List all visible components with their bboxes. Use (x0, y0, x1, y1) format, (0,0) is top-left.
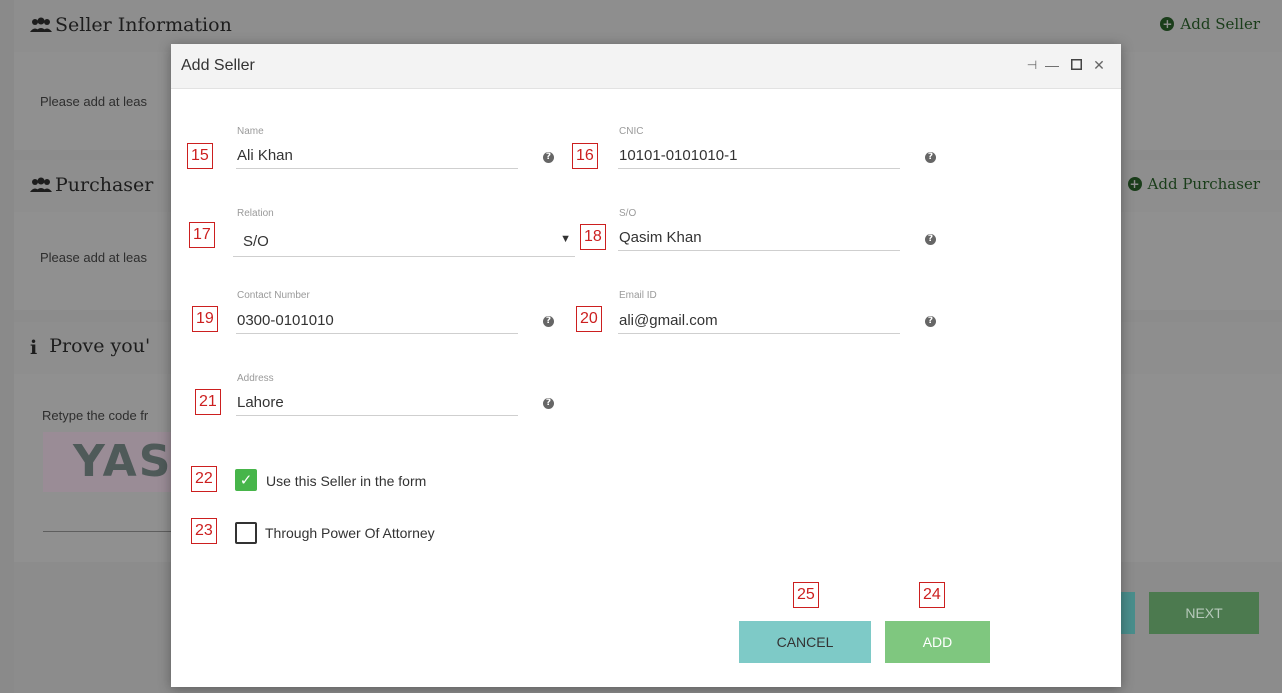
pin-icon[interactable]: ⊣ (1023, 56, 1041, 74)
page-gutter (0, 0, 14, 693)
name-input[interactable] (236, 143, 518, 169)
purchaser-section-title: Purchaser (30, 174, 153, 198)
marker-24: 24 (919, 582, 945, 608)
users-icon (30, 176, 52, 198)
caret-down-icon: ▼ (560, 233, 571, 245)
relation-selected-value: S/O (243, 233, 269, 250)
relation-select[interactable]: S/O ▼ (233, 225, 575, 257)
plus-circle-icon: + (1160, 17, 1175, 31)
marker-23: 23 (191, 518, 217, 544)
contact-number-label: Contact Number (237, 290, 310, 301)
close-icon[interactable]: ✕ (1090, 56, 1108, 74)
plus-circle-icon: + (1127, 177, 1142, 191)
marker-20: 20 (576, 306, 602, 332)
info-icon: i (30, 337, 38, 359)
marker-21: 21 (195, 389, 221, 415)
add-button[interactable]: ADD (885, 621, 990, 663)
so-label: S/O (619, 208, 637, 219)
cancel-button[interactable]: CANCEL (739, 621, 871, 663)
email-label: Email ID (619, 290, 657, 301)
add-seller-link[interactable]: + Add Seller (1160, 15, 1260, 33)
next-button[interactable]: NEXT (1149, 592, 1259, 634)
help-icon[interactable]: ? (925, 152, 936, 163)
checkmark-icon: ✓ (239, 471, 253, 489)
cnic-input[interactable] (618, 143, 900, 169)
dialog-title: Add Seller (181, 57, 255, 74)
so-input[interactable] (618, 225, 900, 251)
marker-25: 25 (793, 582, 819, 608)
dialog-header: Add Seller ⊣ — ✕ (171, 44, 1121, 89)
marker-17: 17 (189, 222, 215, 248)
seller-placeholder-text: Please add at leas (40, 94, 147, 109)
email-input[interactable] (618, 308, 900, 334)
help-icon[interactable]: ? (543, 398, 554, 409)
cnic-label: CNIC (619, 126, 644, 137)
use-seller-checkbox[interactable]: ✓ (235, 469, 257, 491)
captcha-instruction-text: Retype the code fr (42, 408, 149, 423)
minimize-icon[interactable]: — (1043, 56, 1061, 74)
marker-16: 16 (572, 143, 598, 169)
back-button-partial[interactable] (1121, 592, 1135, 634)
purchaser-placeholder-text: Please add at leas (40, 250, 147, 265)
help-icon[interactable]: ? (543, 316, 554, 327)
name-label: Name (237, 126, 264, 137)
add-purchaser-link[interactable]: + Add Purchaser (1127, 175, 1260, 193)
power-of-attorney-label: Through Power Of Attorney (265, 525, 435, 541)
contact-number-input[interactable] (236, 308, 518, 334)
power-of-attorney-checkbox[interactable] (235, 522, 257, 544)
captcha-image: YAS (43, 432, 183, 492)
seller-section-title: Seller Information (30, 14, 232, 38)
maximize-icon[interactable] (1067, 56, 1085, 74)
marker-22: 22 (191, 466, 217, 492)
help-icon[interactable]: ? (543, 152, 554, 163)
add-seller-dialog: Add Seller ⊣ — ✕ Name 15 ? CNIC 16 ? Rel… (171, 44, 1121, 687)
relation-label: Relation (237, 208, 274, 219)
use-seller-label: Use this Seller in the form (266, 473, 427, 489)
address-label: Address (237, 373, 274, 384)
users-icon (30, 16, 52, 38)
help-icon[interactable]: ? (925, 316, 936, 327)
marker-18: 18 (580, 224, 606, 250)
captcha-section-title: i Prove you' (30, 335, 151, 359)
marker-19: 19 (192, 306, 218, 332)
address-input[interactable] (236, 390, 518, 416)
help-icon[interactable]: ? (925, 234, 936, 245)
captcha-input-line[interactable] (43, 531, 183, 532)
marker-15: 15 (187, 143, 213, 169)
